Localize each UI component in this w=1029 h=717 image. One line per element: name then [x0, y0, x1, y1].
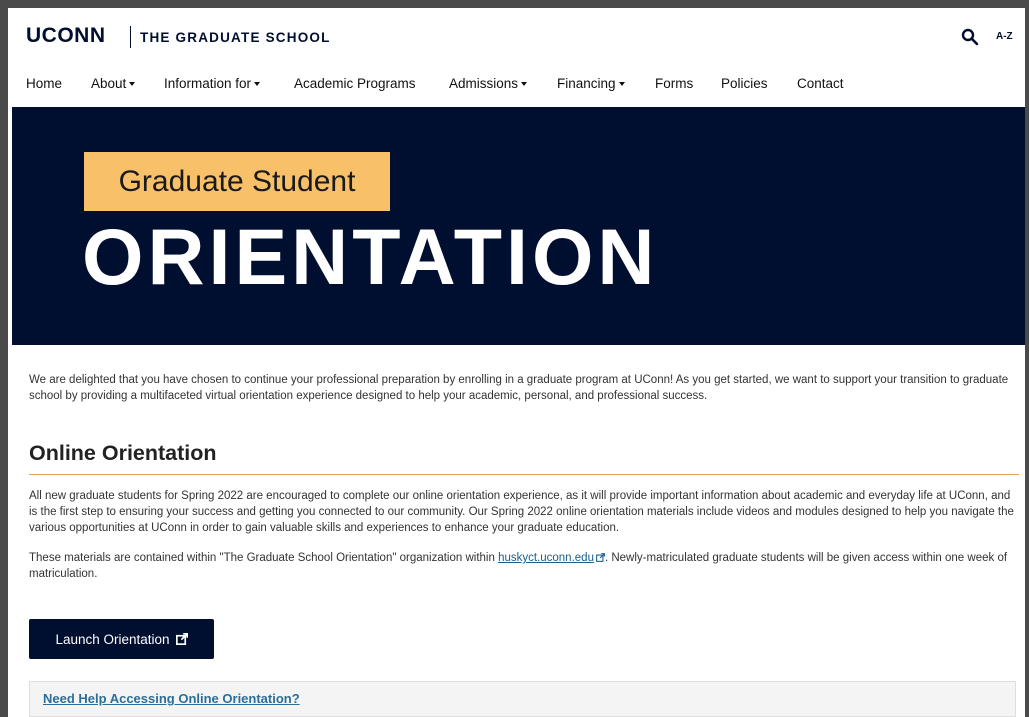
caret-down-icon: [129, 82, 136, 87]
section-divider: [29, 474, 1019, 475]
materials-text: These materials are contained within "Th…: [29, 552, 499, 564]
hero-title: ORIENTATION: [82, 212, 659, 301]
caret-down-icon: [521, 82, 528, 87]
nav-label: Admissions: [449, 76, 519, 91]
nav-label: Financing: [557, 76, 616, 91]
nav-academic-programs[interactable]: Academic Programs: [294, 76, 416, 91]
nav-label: Home: [26, 76, 63, 91]
nav-policies[interactable]: Policies: [721, 76, 768, 91]
nav-financing[interactable]: Financing: [557, 76, 625, 91]
orientation-paragraph: All new graduate students for Spring 202…: [29, 490, 1014, 534]
help-link[interactable]: Need Help Accessing Online Orientation?: [43, 691, 300, 706]
external-link-icon: [596, 553, 605, 562]
a-z-index-link[interactable]: A-Z: [996, 31, 1013, 42]
nav-forms[interactable]: Forms: [655, 76, 693, 91]
hero-banner: Graduate Student ORIENTATION: [12, 107, 1025, 345]
school-name[interactable]: THE GRADUATE SCHOOL: [140, 30, 331, 45]
external-link-icon: [175, 633, 188, 645]
site-header: UCONN THE GRADUATE SCHOOL A-Z: [8, 8, 1025, 66]
help-accordion[interactable]: Need Help Accessing Online Orientation?: [29, 681, 1016, 717]
launch-label: Launch Orientation: [55, 631, 170, 647]
launch-orientation-button[interactable]: Launch Orientation: [29, 619, 214, 659]
nav-label: About: [91, 76, 127, 91]
nav-label: Information for: [164, 76, 252, 91]
uconn-logo[interactable]: UCONN: [26, 24, 106, 48]
nav-label: Forms: [655, 76, 694, 91]
logo-divider: [130, 26, 131, 48]
caret-down-icon: [618, 82, 625, 87]
nav-label: Contact: [797, 76, 844, 91]
search-icon[interactable]: [961, 28, 979, 46]
nav-label: Academic Programs: [294, 76, 416, 91]
caret-down-icon: [254, 82, 261, 87]
nav-label: Policies: [721, 76, 768, 91]
nav-about[interactable]: About: [91, 76, 136, 91]
huskyct-link[interactable]: huskyct.uconn.edu: [498, 552, 594, 564]
section-heading: Online Orientation: [29, 441, 217, 465]
browser-viewport: UCONN THE GRADUATE SCHOOL A-Z Home About…: [8, 8, 1025, 717]
main-nav: Home About Information for Academic Prog…: [8, 66, 1025, 106]
intro-paragraph: We are delighted that you have chosen to…: [29, 374, 1009, 402]
materials-paragraph: These materials are contained within "Th…: [29, 550, 1019, 582]
nav-admissions[interactable]: Admissions: [449, 76, 528, 91]
nav-home[interactable]: Home: [26, 76, 62, 91]
nav-contact[interactable]: Contact: [797, 76, 844, 91]
nav-information-for[interactable]: Information for: [164, 76, 261, 91]
hero-tag: Graduate Student: [84, 152, 390, 211]
